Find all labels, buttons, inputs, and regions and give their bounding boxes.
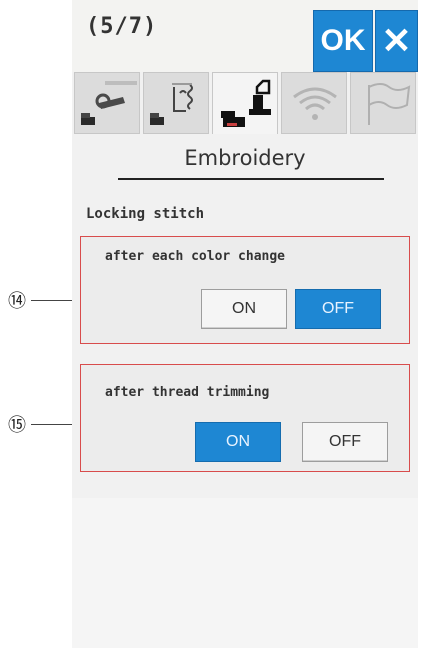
- settings-screen: (5/7) OK ✕ Embroidery Locking stitch aft…: [72, 0, 418, 648]
- callout-15: ⑮: [8, 415, 26, 436]
- embroidery-machine-icon: [221, 79, 271, 127]
- tab-language-settings[interactable]: [350, 72, 416, 134]
- close-button[interactable]: ✕: [375, 10, 418, 72]
- on-button-thread-trimming[interactable]: ON: [195, 422, 281, 462]
- on-button-color-change[interactable]: ON: [201, 289, 287, 329]
- tab-sewing-settings[interactable]: [143, 72, 209, 134]
- page-title-area: Embroidery: [72, 140, 418, 184]
- setting-label-color-change: after each color change: [105, 249, 286, 264]
- title-underline: [118, 178, 384, 180]
- setting-group-thread-trimming: after thread trimming ON OFF: [80, 364, 410, 472]
- setting-group-color-change: after each color change ON OFF: [80, 236, 410, 344]
- header: (5/7) OK ✕: [72, 0, 418, 72]
- off-button-color-change[interactable]: OFF: [295, 289, 381, 329]
- settings-tabs: [72, 72, 418, 134]
- wifi-icon: [293, 87, 337, 120]
- stitch-icon: [150, 83, 193, 125]
- page-indicator: (5/7): [86, 14, 158, 39]
- tab-wireless-settings[interactable]: [281, 72, 347, 134]
- off-button-thread-trimming[interactable]: OFF: [302, 422, 388, 462]
- page-title: Embroidery: [184, 146, 306, 170]
- section-label: Locking stitch: [86, 206, 205, 222]
- tab-machine-settings[interactable]: [74, 72, 140, 134]
- wrench-icon: [81, 81, 137, 125]
- empty-area: [72, 498, 418, 648]
- flag-icon: [368, 83, 411, 125]
- ok-button[interactable]: OK: [313, 10, 373, 72]
- callout-14: ⑭: [8, 291, 26, 312]
- tab-embroidery-settings[interactable]: [212, 72, 278, 134]
- setting-label-thread-trimming: after thread trimming: [105, 385, 270, 400]
